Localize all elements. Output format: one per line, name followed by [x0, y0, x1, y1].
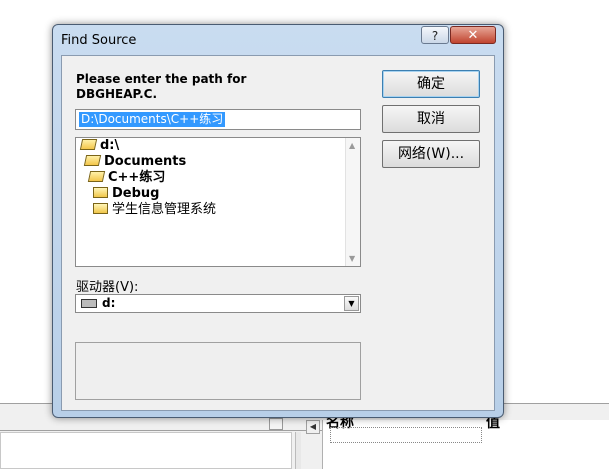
chevron-down-icon[interactable]: ▼ — [344, 296, 359, 311]
open-folder-icon — [83, 155, 102, 166]
help-button[interactable]: ? — [421, 26, 449, 44]
drive-select[interactable]: d: ▼ — [75, 294, 361, 313]
cancel-button[interactable]: 取消 — [382, 105, 480, 133]
ok-button[interactable]: 确定 — [382, 70, 480, 98]
bg-watch-cell[interactable] — [330, 427, 482, 443]
tree-item-label: C++练习 — [108, 170, 166, 185]
dialog-client-area: Please enter the path for DBGHEAP.C. D:\… — [61, 55, 495, 411]
info-panel — [75, 342, 361, 400]
scroll-up-icon[interactable]: ▲ — [349, 141, 355, 150]
tree-item-drive[interactable]: d:\ — [79, 138, 120, 154]
prompt-text: Please enter the path for DBGHEAP.C. — [76, 72, 246, 102]
tree-item-label: Documents — [104, 154, 187, 169]
drive-label: 驱动器(V): — [76, 280, 139, 295]
find-source-dialog: Find Source ? ✕ Please enter the path fo… — [52, 24, 504, 418]
open-folder-icon — [87, 171, 106, 182]
bg-small-control[interactable] — [269, 418, 283, 430]
folder-icon — [93, 203, 108, 214]
path-input[interactable]: D:\Documents\C++练习 — [75, 109, 361, 130]
tree-scrollbar[interactable]: ▲ ▼ — [345, 138, 360, 266]
tree-item-label: 学生信息管理系统 — [112, 202, 217, 217]
directory-tree[interactable]: d:\ Documents C++练习 Debug 学生信息管理系统 ▲ ▼ — [75, 137, 361, 267]
bg-splitter[interactable] — [295, 432, 301, 469]
close-button[interactable]: ✕ — [450, 26, 496, 44]
path-input-value: D:\Documents\C++练习 — [79, 112, 226, 127]
tree-item-documents[interactable]: Documents — [83, 154, 187, 170]
dialog-title: Find Source — [61, 33, 137, 48]
tree-item-cpp-practice[interactable]: C++练习 — [87, 170, 166, 186]
drive-icon — [81, 299, 97, 308]
drive-value: d: — [102, 296, 116, 310]
network-button[interactable]: 网络(W)... — [382, 140, 480, 168]
tree-item-label: Debug — [112, 186, 160, 201]
tree-item-debug[interactable]: Debug — [93, 186, 159, 202]
bg-output-pane[interactable] — [0, 432, 292, 469]
folder-icon — [93, 187, 108, 198]
bg-scroll-left-icon[interactable]: ◀ — [306, 420, 320, 434]
open-folder-icon — [79, 139, 98, 150]
prompt-line-1: Please enter the path for — [76, 72, 247, 86]
scroll-down-icon[interactable]: ▼ — [349, 254, 355, 263]
tree-item-label: d:\ — [100, 138, 120, 153]
tree-item-student-system[interactable]: 学生信息管理系统 — [93, 202, 216, 218]
prompt-line-2: DBGHEAP.C. — [76, 87, 157, 101]
